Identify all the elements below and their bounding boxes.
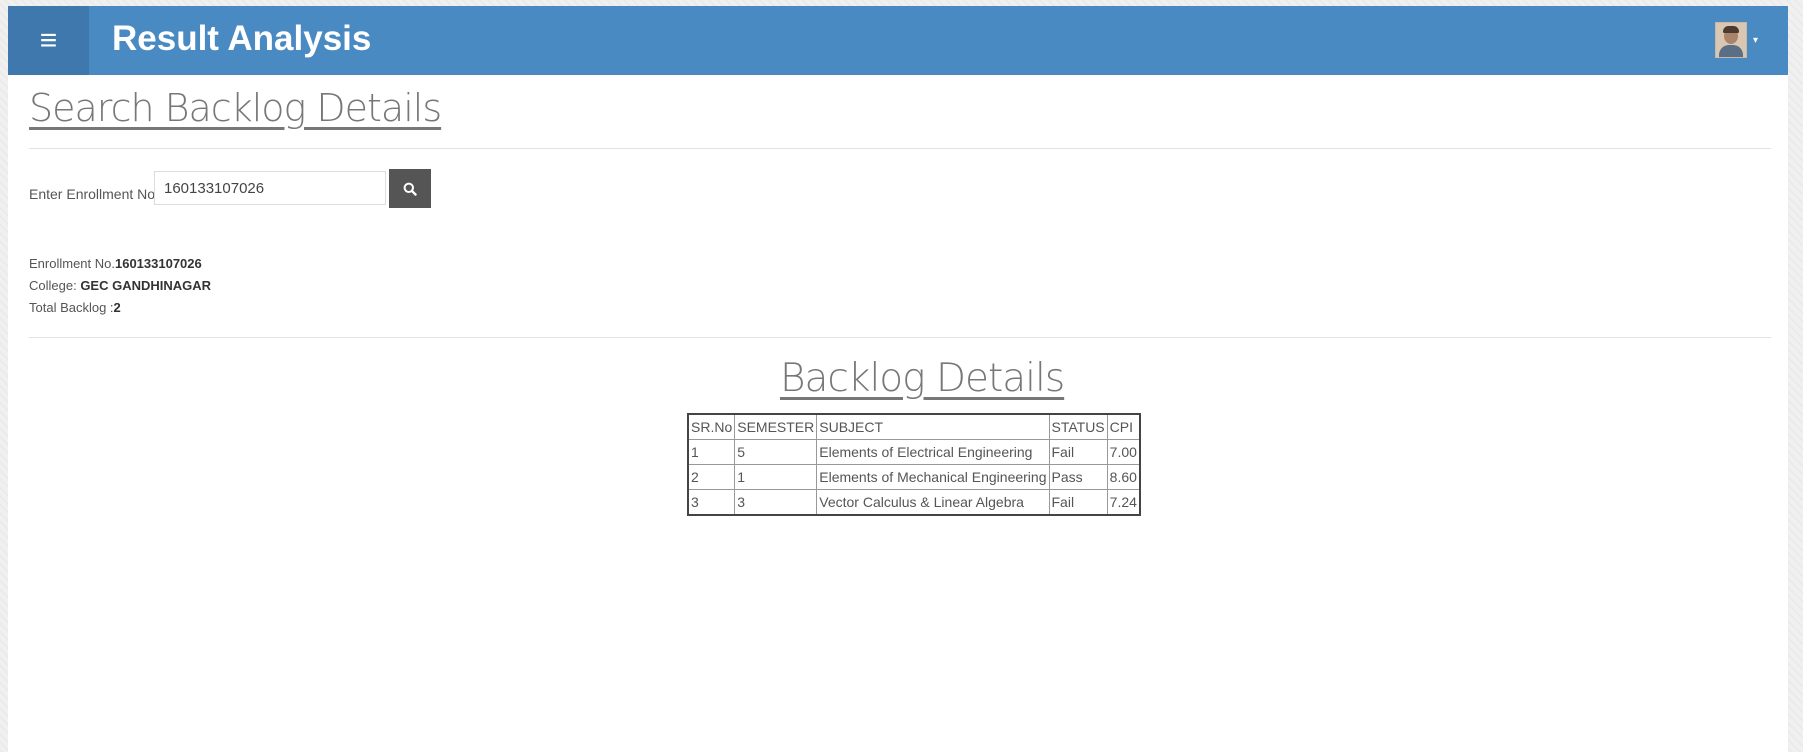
enrollment-info: Enrollment No.160133107026 [29, 256, 202, 271]
divider [29, 337, 1771, 338]
table-header-row: SR.No SEMESTER SUBJECT STATUS CPI [687, 413, 1141, 440]
table-cell: 2 [687, 464, 736, 490]
hamburger-menu-button[interactable]: ≡ [8, 6, 89, 75]
total-backlog-info: Total Backlog :2 [29, 300, 121, 315]
table-cell: 1 [734, 464, 818, 490]
table-cell: 7.24 [1106, 489, 1141, 516]
college-info: College: GEC GANDHINAGAR [29, 278, 211, 293]
app-title: Result Analysis [112, 19, 372, 58]
divider [29, 148, 1771, 149]
user-menu-toggle[interactable]: ▾ [1714, 22, 1758, 58]
top-navbar: ≡ Result Analysis ▾ [8, 6, 1788, 75]
column-header: SEMESTER [734, 413, 818, 440]
app-frame: ≡ Result Analysis ▾ Search Backlog Detai… [8, 6, 1788, 752]
table-cell: 8.60 [1106, 464, 1141, 490]
enrollment-info-value: 160133107026 [114, 256, 202, 271]
page-title: Search Backlog Details [29, 86, 442, 130]
search-icon [403, 182, 417, 196]
enrollment-info-label: Enrollment No. [29, 256, 115, 271]
enrollment-label: Enter Enrollment No. [29, 186, 159, 202]
table-row: 3 3 Vector Calculus & Linear Algebra Fai… [687, 489, 1141, 516]
table-cell: 7.00 [1106, 439, 1141, 465]
total-backlog-value: 2 [113, 300, 121, 315]
total-backlog-label: Total Backlog : [29, 300, 114, 315]
search-button[interactable] [389, 169, 431, 208]
table-cell: Elements of Mechanical Engineering [816, 464, 1050, 490]
table-row: 1 5 Elements of Electrical Engineering F… [687, 439, 1141, 465]
column-header: SR.No [687, 413, 736, 440]
column-header: STATUS [1048, 413, 1108, 440]
table-row: 2 1 Elements of Mechanical Engineering P… [687, 464, 1141, 490]
table-cell: 5 [734, 439, 818, 465]
college-info-value: GEC GANDHINAGAR [80, 278, 212, 293]
backlog-table: SR.No SEMESTER SUBJECT STATUS CPI 1 5 El… [687, 413, 1141, 516]
hamburger-icon: ≡ [39, 24, 58, 57]
table-cell: Elements of Electrical Engineering [816, 439, 1050, 465]
user-avatar [1714, 22, 1747, 58]
table-cell: 3 [734, 489, 818, 516]
college-info-label: College: [29, 278, 81, 293]
backlog-details-title: Backlog Details [780, 356, 1065, 401]
table-cell: Pass [1048, 464, 1108, 490]
enrollment-input[interactable] [154, 171, 386, 205]
table-cell: Fail [1048, 439, 1108, 465]
table-cell: Vector Calculus & Linear Algebra [816, 489, 1050, 516]
table-cell: 3 [687, 489, 736, 516]
column-header: CPI [1106, 413, 1141, 440]
caret-down-icon: ▾ [1752, 34, 1758, 46]
table-cell: 1 [687, 439, 736, 465]
column-header: SUBJECT [816, 413, 1050, 440]
table-cell: Fail [1048, 489, 1108, 516]
